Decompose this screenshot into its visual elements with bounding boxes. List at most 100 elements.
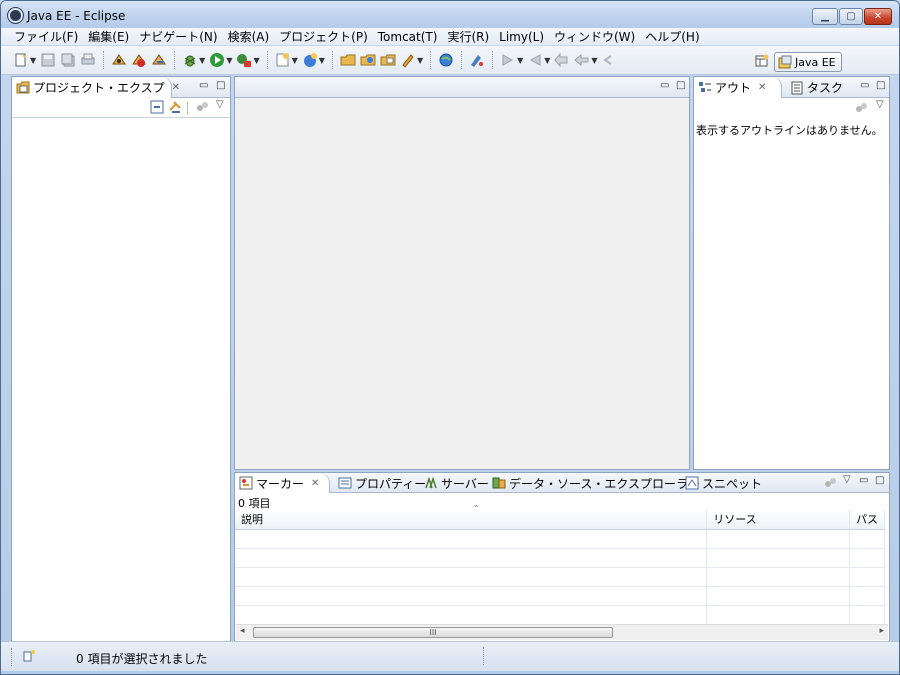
open-perspective-icon[interactable] [755, 54, 769, 68]
debug-icon[interactable] [182, 52, 198, 68]
minimize-editor-icon[interactable]: ▭ [660, 80, 669, 91]
tab-data-source-explorer[interactable]: データ・ソース・エクスプローラー [488, 473, 700, 493]
close-tab-icon[interactable]: ✕ [758, 82, 766, 93]
perspective-label: Java EE [795, 55, 836, 69]
menu-run[interactable]: 実行(R) [442, 28, 494, 45]
column-header-label: 説明 [241, 513, 263, 527]
table-row [235, 567, 886, 587]
new-dropdown-icon[interactable]: ▼ [30, 56, 36, 65]
menu-help[interactable]: ヘルプ(H) [640, 28, 704, 45]
perspective-java-ee-button[interactable]: Java EE [774, 52, 842, 72]
minimize-view-icon[interactable]: ▭ [859, 475, 868, 486]
menu-tomcat[interactable]: Tomcat(T) [373, 30, 443, 44]
close-tab-icon[interactable]: ✕ [172, 82, 180, 93]
title-bar[interactable]: Java EE - Eclipse ▁ ▢ ✕ [1, 1, 899, 29]
scrollbar-thumb[interactable]: III [253, 627, 613, 638]
external-tools-icon[interactable] [236, 52, 252, 68]
maximize-view-icon[interactable]: □ [875, 475, 884, 486]
save-icon[interactable] [40, 52, 56, 68]
external-tools-dropdown-icon[interactable]: ▼ [253, 56, 259, 65]
maximize-button[interactable]: ▢ [839, 8, 863, 25]
tomcat-stop-icon[interactable] [131, 52, 147, 68]
sort-ascending-icon: ⌃ [473, 504, 480, 513]
tab-tasks[interactable]: タスク [786, 77, 846, 98]
close-tab-icon[interactable]: ✕ [311, 478, 319, 489]
minimize-view-icon[interactable]: ▭ [860, 80, 869, 91]
menu-project[interactable]: プロジェクト(P) [274, 28, 373, 45]
open-resource-icon[interactable] [380, 52, 396, 68]
view-menu-icon[interactable]: ▽ [216, 99, 224, 110]
save-all-icon[interactable] [60, 52, 76, 68]
new-server-dropdown-icon[interactable]: ▼ [292, 56, 298, 65]
minimize-view-icon[interactable]: ▭ [199, 80, 208, 91]
prev-annotation-dropdown-icon[interactable]: ▼ [544, 56, 550, 65]
tab-project-explorer[interactable]: プロジェクト・エクスプ ✕ [12, 77, 180, 98]
tab-properties[interactable]: プロパティー [334, 473, 426, 493]
tomcat-start-icon[interactable] [111, 52, 127, 68]
column-header-path[interactable]: パス [849, 510, 886, 530]
window-title: Java EE - Eclipse [27, 9, 126, 23]
snippets-icon [685, 476, 699, 490]
last-edit-icon[interactable] [554, 52, 570, 68]
tab-servers[interactable]: サーバー [420, 473, 489, 493]
menu-window[interactable]: ウィンドウ(W) [549, 28, 640, 45]
maximize-view-icon[interactable]: □ [876, 80, 885, 91]
outline-tab-label: アウト [715, 81, 752, 95]
project-explorer-toolbar: ▽ [12, 98, 230, 118]
status-separator [11, 648, 12, 666]
new-fast-view-icon[interactable] [22, 649, 36, 663]
column-header-resource[interactable]: リソース [706, 510, 850, 530]
open-type-icon[interactable] [340, 52, 356, 68]
view-menu-icon[interactable]: ▽ [876, 99, 884, 110]
horizontal-scrollbar[interactable]: ◂ III ▸ [236, 624, 888, 640]
collapse-all-icon[interactable] [150, 100, 164, 114]
menu-search[interactable]: 検索(A) [223, 28, 275, 45]
focus-icon[interactable] [854, 101, 868, 115]
maximize-editor-icon[interactable]: □ [676, 80, 685, 91]
toolbar-separator [492, 51, 494, 69]
debug-dropdown-icon[interactable]: ▼ [199, 56, 205, 65]
annotation-icon[interactable] [469, 52, 485, 68]
minimize-button[interactable]: ▁ [812, 8, 838, 25]
new-file-icon[interactable] [13, 52, 29, 68]
maximize-view-icon[interactable]: □ [216, 80, 225, 91]
scroll-left-icon[interactable]: ◂ [240, 626, 245, 636]
tab-outline[interactable]: アウト ✕ [694, 77, 782, 98]
prev-annotation-icon[interactable] [527, 52, 543, 68]
new-web-dropdown-icon[interactable]: ▼ [319, 56, 325, 65]
search-pen-icon[interactable] [400, 52, 416, 68]
column-header-description[interactable]: 説明 ⌃ [235, 504, 708, 530]
search-dropdown-icon[interactable]: ▼ [417, 56, 423, 65]
menu-navigate[interactable]: ナビゲート(N) [134, 28, 222, 45]
close-window-button[interactable]: ✕ [864, 8, 892, 25]
tab-markers[interactable]: マーカー ✕ [235, 473, 330, 493]
globe-icon[interactable] [438, 52, 454, 68]
view-menu-icon[interactable]: ▽ [843, 474, 851, 485]
print-icon[interactable] [80, 52, 96, 68]
open-task-icon[interactable] [360, 52, 376, 68]
tomcat-restart-icon[interactable] [151, 52, 167, 68]
next-annotation-icon[interactable] [500, 52, 516, 68]
column-header-label: パス [855, 513, 878, 527]
column-header-label: リソース [713, 513, 757, 527]
toolbar-separator [331, 51, 333, 69]
run-icon[interactable] [209, 52, 225, 68]
scroll-right-icon[interactable]: ▸ [879, 626, 884, 636]
run-dropdown-icon[interactable]: ▼ [226, 56, 232, 65]
link-with-editor-icon[interactable] [168, 100, 182, 114]
focus-icon[interactable] [195, 100, 209, 114]
next-annotation-dropdown-icon[interactable]: ▼ [517, 56, 523, 65]
back-dropdown-icon[interactable]: ▼ [591, 56, 597, 65]
toolbar-separator [461, 51, 463, 69]
new-server-icon[interactable] [275, 52, 291, 68]
focus-icon[interactable] [823, 476, 837, 490]
menu-limy[interactable]: Limy(L) [494, 30, 549, 44]
markers-table: 説明 ⌃ リソース パス [235, 504, 886, 625]
new-web-icon[interactable] [302, 52, 318, 68]
forward-icon[interactable] [602, 52, 618, 68]
menu-file[interactable]: ファイル(F) [9, 28, 83, 45]
data-source-explorer-icon [492, 476, 506, 490]
tab-snippets[interactable]: スニペット [681, 473, 762, 493]
back-icon[interactable] [574, 52, 590, 68]
menu-edit[interactable]: 編集(E) [83, 28, 134, 45]
